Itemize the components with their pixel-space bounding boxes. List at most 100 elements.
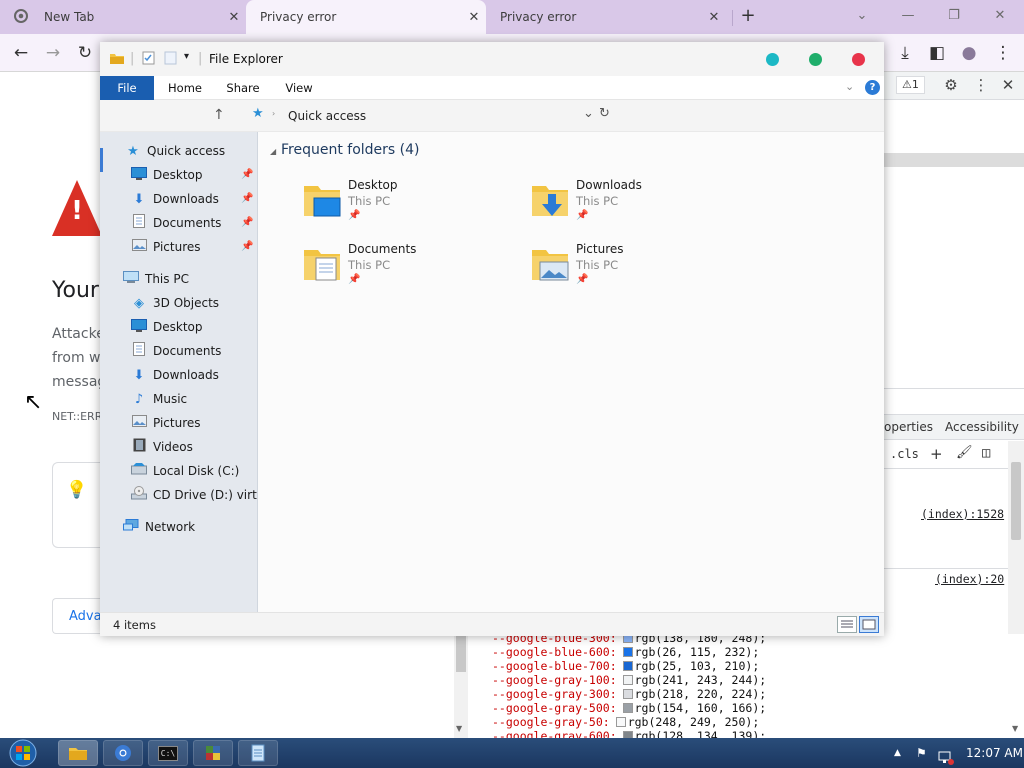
profile-avatar[interactable]: ● [956, 40, 982, 66]
properties-icon[interactable] [142, 51, 155, 69]
close-window-button[interactable]: ✕ [986, 4, 1014, 28]
minimize-button[interactable]: — [894, 4, 922, 28]
nav-qa-pictures[interactable]: Pictures [130, 236, 201, 258]
tab-close-icon[interactable]: ✕ [702, 10, 726, 25]
css-variable-line[interactable]: --google-gray-100: rgb(241, 243, 244); [492, 673, 766, 687]
source-link[interactable]: (index):20 [935, 572, 1004, 586]
css-variable-line[interactable]: --google-gray-500: rgb(154, 160, 166); [492, 701, 766, 715]
gear-icon[interactable]: ⚙ [940, 74, 962, 96]
nav-cd-drive[interactable]: CD Drive (D:) virtio- [130, 484, 272, 506]
nav-3d-objects[interactable]: ◈ 3D Objects [130, 292, 219, 314]
nav-this-pc[interactable]: This PC [122, 268, 189, 290]
refresh-icon[interactable]: ↻ [599, 106, 610, 121]
address-location[interactable]: Quick access [288, 109, 366, 123]
nav-pc-pictures[interactable]: Pictures [130, 412, 201, 434]
pin-icon[interactable]: 📌 [241, 169, 253, 180]
sidebar-toggle-icon[interactable]: ◫ [982, 445, 990, 461]
details-view-icon[interactable] [837, 616, 857, 633]
css-variable-line[interactable]: --google-blue-600: rgb(26, 115, 232); [492, 645, 759, 659]
tab-close-icon[interactable]: ✕ [462, 10, 486, 25]
nav-quick-access[interactable]: ★ Quick access [124, 140, 225, 162]
start-button[interactable] [6, 738, 46, 768]
code-scrollbar-thumb[interactable] [456, 636, 466, 672]
section-title[interactable]: Frequent folders (4) [281, 142, 420, 158]
new-tab-button[interactable]: + [734, 4, 762, 28]
ribbon-expand-icon[interactable]: ⌄ [845, 80, 854, 93]
color-swatch[interactable] [622, 731, 633, 738]
tab-new-tab[interactable]: New Tab ✕ [0, 0, 246, 34]
taskbar-cmd-button[interactable]: C:\ [148, 740, 188, 766]
red-dot-icon[interactable] [852, 53, 865, 66]
tab-accessibility[interactable]: Accessibility [945, 420, 1019, 434]
ribbon-tab-share[interactable]: Share [220, 76, 266, 100]
folder-tile-desktop[interactable]: Desktop This PC 📌 [302, 178, 522, 234]
search-tabs-button[interactable]: ⌄ [848, 4, 876, 28]
nav-qa-desktop[interactable]: Desktop [130, 164, 203, 186]
back-button[interactable]: ← [8, 40, 34, 66]
color-swatch[interactable] [622, 661, 633, 671]
nav-pc-desktop[interactable]: Desktop [130, 316, 203, 338]
chrome-menu-button[interactable]: ⋮ [990, 40, 1016, 66]
tab-privacy-error[interactable]: Privacy error ✕ [486, 0, 726, 34]
nav-qa-downloads[interactable]: ⬇ Downloads [130, 188, 219, 210]
more-options-icon[interactable]: ⋮ [970, 74, 992, 96]
close-devtools-icon[interactable]: ✕ [997, 74, 1019, 96]
large-icons-view-icon[interactable] [859, 616, 879, 633]
tab-close-icon[interactable]: ✕ [222, 10, 246, 25]
side-panel-button[interactable]: ◧ [924, 40, 950, 66]
css-variable-line[interactable]: --google-gray-50: rgb(248, 249, 250); [492, 715, 759, 729]
source-link[interactable]: (index):1528 [921, 507, 1004, 521]
color-swatch[interactable] [622, 647, 633, 657]
restore-button[interactable]: ❐ [940, 4, 968, 28]
color-swatch[interactable] [615, 717, 626, 727]
teal-dot-icon[interactable] [766, 53, 779, 66]
css-variable-line[interactable]: --google-gray-600: rgb(128, 134, 139); [492, 729, 766, 738]
nav-pc-documents[interactable]: Documents [130, 340, 221, 362]
pin-icon[interactable]: 📌 [241, 241, 253, 252]
folder-tile-pictures[interactable]: Pictures This PC 📌 [530, 242, 750, 298]
issues-badge[interactable]: ⚠1 [896, 76, 925, 94]
paint-icon[interactable]: 🖌 [956, 445, 973, 460]
pin-icon[interactable]: 📌 [241, 193, 253, 204]
forward-button[interactable]: → [40, 40, 66, 66]
action-center-flag-icon[interactable]: ⚑ [916, 738, 927, 768]
taskbar-explorer-button[interactable] [58, 740, 98, 766]
nav-qa-documents[interactable]: Documents [130, 212, 221, 234]
nav-videos[interactable]: Videos [130, 436, 193, 458]
clock-time[interactable]: 12:07 AM [966, 738, 1023, 768]
cls-toggle[interactable]: .cls [890, 447, 919, 461]
color-swatch[interactable] [622, 703, 633, 713]
scroll-down-arrow-icon[interactable]: ▼ [456, 724, 462, 733]
add-rule-icon[interactable]: + [930, 445, 943, 463]
color-swatch[interactable] [622, 675, 633, 685]
taskbar-notepad-button[interactable] [238, 740, 278, 766]
folder-tile-downloads[interactable]: Downloads This PC 📌 [530, 178, 750, 234]
new-folder-icon[interactable] [164, 51, 177, 69]
folder-tile-documents[interactable]: Documents This PC 📌 [302, 242, 522, 298]
green-dot-icon[interactable] [809, 53, 822, 66]
ribbon-tab-view[interactable]: View [276, 76, 322, 100]
css-variable-line[interactable]: --google-gray-300: rgb(218, 220, 224); [492, 687, 766, 701]
nav-local-disk[interactable]: Local Disk (C:) [130, 460, 239, 482]
devtools-scrollbar-thumb[interactable] [1011, 462, 1021, 540]
address-dropdown-icon[interactable]: ⌄ [583, 106, 594, 121]
nav-music[interactable]: ♪ Music [130, 388, 187, 410]
taskbar-chrome-button[interactable] [103, 740, 143, 766]
ribbon-tab-home[interactable]: Home [162, 76, 208, 100]
reload-button[interactable]: ↻ [72, 40, 98, 66]
nav-network[interactable]: Network [122, 516, 195, 538]
pin-icon[interactable]: 📌 [241, 217, 253, 228]
ribbon-tab-file[interactable]: File [100, 76, 154, 100]
tab-privacy-error-active[interactable]: Privacy error ✕ [246, 0, 486, 34]
download-button[interactable]: ⤓ [892, 40, 918, 66]
color-swatch[interactable] [622, 689, 633, 699]
tab-properties[interactable]: operties [884, 420, 933, 434]
collapse-triangle-icon[interactable]: ◢ [270, 147, 276, 156]
help-icon[interactable]: ? [865, 80, 880, 95]
taskbar-app-button[interactable] [193, 740, 233, 766]
nav-pc-downloads[interactable]: ⬇ Downloads [130, 364, 219, 386]
tray-overflow-icon[interactable]: ▲ [894, 738, 901, 768]
up-arrow-icon[interactable]: ↑ [213, 107, 225, 123]
customize-toolbar-icon[interactable]: ▾ [184, 51, 189, 62]
scroll-down-arrow-icon[interactable]: ▼ [1012, 724, 1018, 733]
